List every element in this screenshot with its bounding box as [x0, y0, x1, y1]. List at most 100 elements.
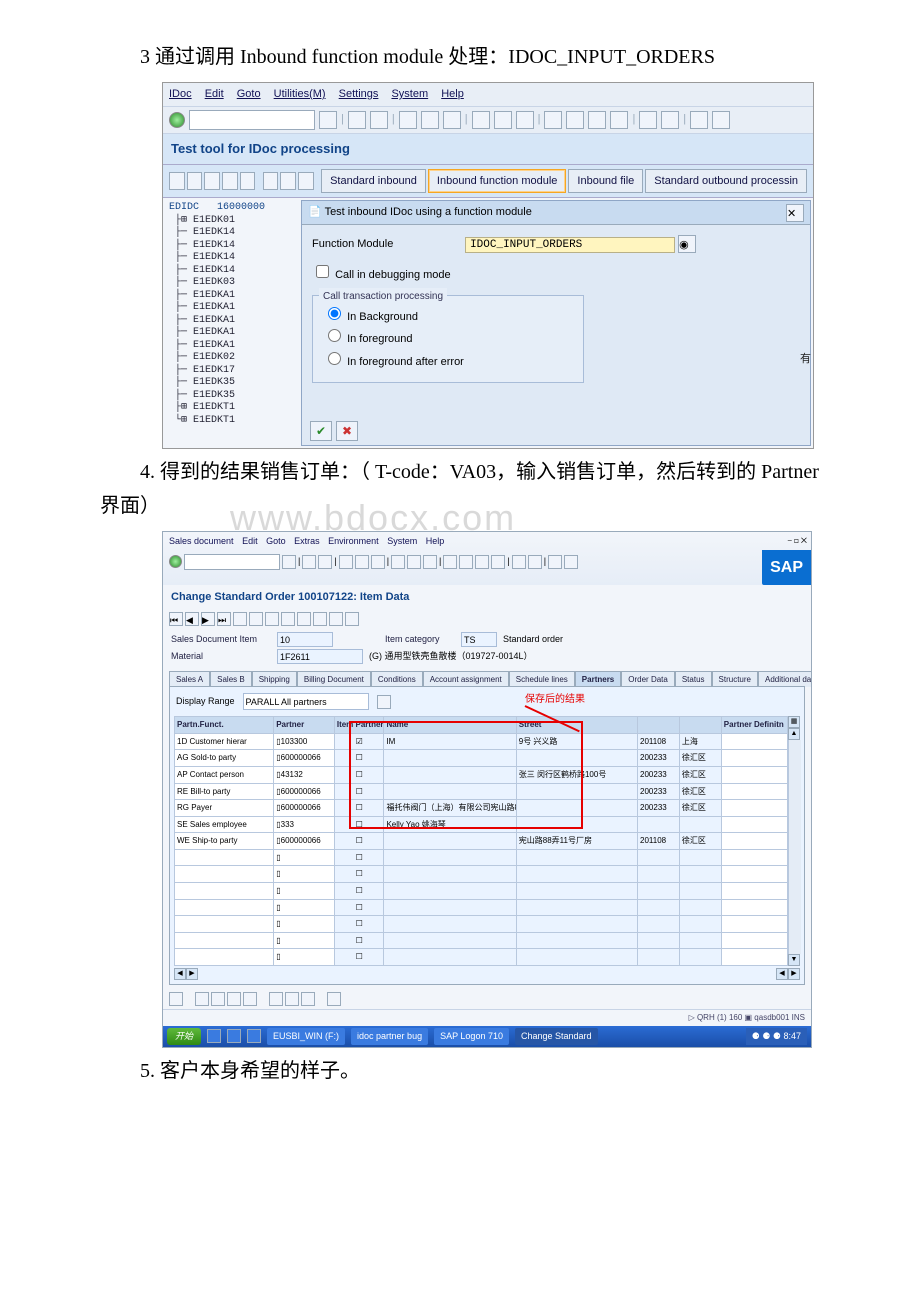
table-row[interactable]: RG Payer▯600000066☐福托伟阀门（上海）有限公司宪山路88弄11…: [175, 800, 788, 817]
dropdown-icon[interactable]: [319, 111, 337, 129]
tb-ic4-icon[interactable]: [222, 172, 238, 190]
col-c2[interactable]: [679, 717, 721, 734]
tb2d-icon[interactable]: [281, 612, 295, 626]
col-street[interactable]: Street: [516, 717, 637, 734]
menu2-goto[interactable]: Goto: [266, 536, 286, 546]
menu-help[interactable]: Help: [441, 88, 464, 100]
tree-e1edk02[interactable]: E1EDK02: [193, 352, 235, 363]
hscroll-right2-icon[interactable]: ▶: [788, 968, 800, 980]
table-row[interactable]: ▯☐: [175, 899, 788, 916]
radio-background[interactable]: [328, 307, 341, 320]
itemcat-input[interactable]: [461, 632, 497, 647]
ql3-icon[interactable]: [247, 1029, 261, 1043]
tree-e1edka1-3[interactable]: E1EDKA1: [193, 315, 235, 326]
task-idoc-bug[interactable]: idoc partner bug: [351, 1028, 428, 1045]
back-icon[interactable]: [348, 111, 366, 129]
sditem-input[interactable]: [277, 632, 333, 647]
back2-icon[interactable]: [399, 111, 417, 129]
menu-edit[interactable]: Edit: [205, 88, 224, 100]
bb2-icon[interactable]: [195, 992, 209, 1006]
radio-foreground[interactable]: [328, 329, 341, 342]
menu2-salesdoc[interactable]: Sales document: [169, 536, 234, 546]
tree-e1edk35-1[interactable]: E1EDK35: [193, 377, 235, 388]
table-settings-icon[interactable]: ▦: [788, 716, 800, 728]
task-explorer[interactable]: EUSBI_WIN (F:): [267, 1028, 345, 1045]
b15-icon[interactable]: [548, 555, 562, 569]
idoc-tree[interactable]: EDIDC 16000000 ├⊞ E1EDK01 ├─ E1EDK14 ├─ …: [163, 198, 301, 448]
tree-e1edka1-5[interactable]: E1EDKA1: [193, 340, 235, 351]
tab-partners[interactable]: Partners: [575, 671, 621, 688]
last-icon[interactable]: [610, 111, 628, 129]
b1-icon[interactable]: [302, 555, 316, 569]
bb1-icon[interactable]: [169, 992, 183, 1006]
cancel-icon[interactable]: [443, 111, 461, 129]
b4-icon[interactable]: [355, 555, 369, 569]
sess-icon[interactable]: [639, 111, 657, 129]
command2-field[interactable]: [184, 554, 280, 570]
bb9-icon[interactable]: [327, 992, 341, 1006]
enter-icon[interactable]: [169, 112, 185, 128]
table-row[interactable]: AP Contact person▯43132☐张三 闵行区鹤桥路100号200…: [175, 766, 788, 783]
menu-idoc[interactable]: IDoc: [169, 88, 192, 100]
col-partdef[interactable]: Partner Definitn: [721, 717, 787, 734]
command-field[interactable]: [189, 110, 315, 130]
b2-icon[interactable]: [318, 555, 332, 569]
bb6-icon[interactable]: [269, 992, 283, 1006]
tree-e1edka1-1[interactable]: E1EDKA1: [193, 290, 235, 301]
tb-ic3-icon[interactable]: [204, 172, 220, 190]
tab-sched[interactable]: Schedule lines: [509, 671, 575, 688]
scrollbar-track[interactable]: [788, 740, 801, 954]
menu2-extras[interactable]: Extras: [294, 536, 320, 546]
bb4-icon[interactable]: [227, 992, 241, 1006]
cancel-button[interactable]: ✖: [336, 421, 358, 441]
tree-e1edk01[interactable]: E1EDK01: [193, 215, 235, 226]
tree-e1edk14-1[interactable]: E1EDK14: [193, 227, 235, 238]
b7-icon[interactable]: [407, 555, 421, 569]
bb3-icon[interactable]: [211, 992, 225, 1006]
task-saplogon[interactable]: SAP Logon 710: [434, 1028, 509, 1045]
tree-e1edk17[interactable]: E1EDK17: [193, 365, 235, 376]
ql1-icon[interactable]: [207, 1029, 221, 1043]
table-row[interactable]: ▯☐: [175, 883, 788, 900]
table-row[interactable]: ▯☐: [175, 932, 788, 949]
partners-table[interactable]: Partn.Funct. Partner Item Partners Name …: [174, 716, 788, 966]
tab-conditions[interactable]: Conditions: [371, 671, 423, 688]
tb2a-icon[interactable]: [233, 612, 247, 626]
menu2-help[interactable]: Help: [426, 536, 445, 546]
b13-icon[interactable]: [512, 555, 526, 569]
menu2-edit[interactable]: Edit: [242, 536, 258, 546]
tb-ic5-icon[interactable]: [240, 172, 256, 190]
b14-icon[interactable]: [528, 555, 542, 569]
tab-orderdata[interactable]: Order Data: [621, 671, 675, 688]
tab-addl-a[interactable]: Additional data A: [758, 671, 811, 688]
hscroll-left-icon[interactable]: ◀: [174, 968, 186, 980]
layout-icon[interactable]: [661, 111, 679, 129]
tree-e1edk14-4[interactable]: E1EDK14: [193, 265, 235, 276]
tab-status[interactable]: Status: [675, 671, 712, 688]
tb2h-icon[interactable]: [345, 612, 359, 626]
tb-ic6-icon[interactable]: [263, 172, 279, 190]
findnext-icon[interactable]: [516, 111, 534, 129]
bb8-icon[interactable]: [301, 992, 315, 1006]
print-icon[interactable]: [472, 111, 490, 129]
tree-e1edkt1-2[interactable]: E1EDKT1: [193, 415, 235, 426]
tree-e1edka1-2[interactable]: E1EDKA1: [193, 302, 235, 313]
b16-icon[interactable]: [564, 555, 578, 569]
tb-ic7-icon[interactable]: [280, 172, 296, 190]
last-item-icon[interactable]: ⏭: [217, 612, 231, 626]
next-icon[interactable]: [588, 111, 606, 129]
start-button[interactable]: 开始: [167, 1028, 201, 1045]
tb-ic1-icon[interactable]: [169, 172, 185, 190]
tb2f-icon[interactable]: [313, 612, 327, 626]
menu-goto[interactable]: Goto: [237, 88, 261, 100]
tree-e1edk35-2[interactable]: E1EDK35: [193, 390, 235, 401]
b12-icon[interactable]: [491, 555, 505, 569]
tb2b-icon[interactable]: [249, 612, 263, 626]
col-itempartners[interactable]: Item Partners: [334, 717, 384, 734]
col-partner[interactable]: Partner: [274, 717, 335, 734]
b10-icon[interactable]: [459, 555, 473, 569]
tree-e1edk14-3[interactable]: E1EDK14: [193, 252, 235, 263]
debug-checkbox[interactable]: [316, 265, 329, 278]
first-item-icon[interactable]: ⏮: [169, 612, 183, 626]
find-icon[interactable]: [494, 111, 512, 129]
